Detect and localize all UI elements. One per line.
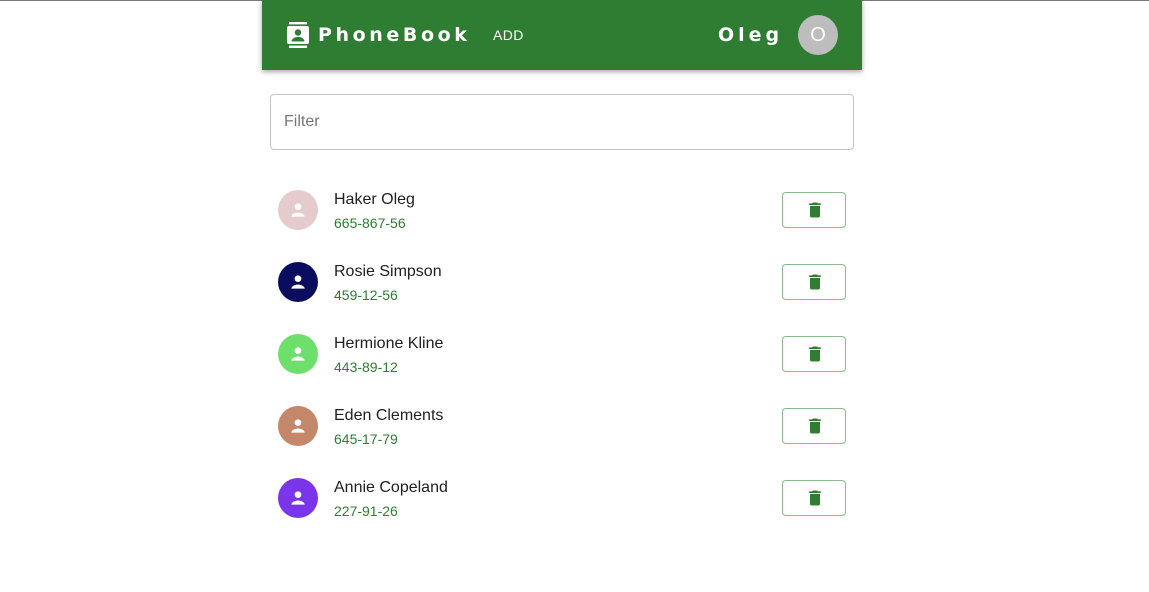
trash-icon (809, 490, 821, 506)
contact-list: Haker Oleg 665-867-56 Rosie Simpson 459-… (270, 174, 854, 534)
contact-item: Eden Clements 645-17-79 (270, 390, 854, 462)
contacts-book-icon (287, 22, 309, 48)
delete-contact-button[interactable] (782, 192, 846, 228)
contact-avatar (278, 478, 318, 518)
filter-field[interactable] (270, 94, 854, 150)
contact-name: Rosie Simpson (334, 263, 442, 280)
delete-contact-button[interactable] (782, 408, 846, 444)
person-icon (291, 203, 305, 217)
contact-name: Eden Clements (334, 407, 444, 424)
contact-phone: 227-91-26 (334, 503, 398, 519)
contact-phone: 459-12-56 (334, 287, 398, 303)
delete-contact-button[interactable] (782, 336, 846, 372)
trash-icon (809, 202, 821, 218)
contact-phone: 645-17-79 (334, 431, 398, 447)
contact-name: Hermione Kline (334, 335, 444, 352)
trash-icon (809, 346, 821, 362)
contact-name: Haker Oleg (334, 191, 415, 208)
trash-icon (809, 418, 821, 434)
contact-phone: 443-89-12 (334, 359, 398, 375)
trash-icon (809, 274, 821, 290)
user-avatar[interactable]: O (798, 15, 838, 55)
contact-avatar (278, 406, 318, 446)
contact-phone: 665-867-56 (334, 215, 406, 231)
delete-contact-button[interactable] (782, 264, 846, 300)
contact-avatar (278, 262, 318, 302)
person-icon (291, 347, 305, 361)
delete-contact-button[interactable] (782, 480, 846, 516)
contact-name: Annie Copeland (334, 479, 448, 496)
contact-item: Haker Oleg 665-867-56 (270, 174, 854, 246)
contact-item: Annie Copeland 227-91-26 (270, 462, 854, 534)
person-icon (291, 491, 305, 505)
current-user-name: Oleg (718, 24, 784, 46)
app-bar: PhoneBook ADD Oleg O (262, 0, 862, 70)
person-icon (291, 419, 305, 433)
filter-input[interactable] (271, 95, 844, 149)
app-brand-link[interactable]: PhoneBook (318, 22, 471, 48)
contact-item: Hermione Kline 443-89-12 (270, 318, 854, 390)
contact-item: Rosie Simpson 459-12-56 (270, 246, 854, 318)
contact-avatar (278, 190, 318, 230)
add-contact-link[interactable]: ADD (493, 26, 524, 44)
contact-avatar (278, 334, 318, 374)
person-icon (291, 275, 305, 289)
